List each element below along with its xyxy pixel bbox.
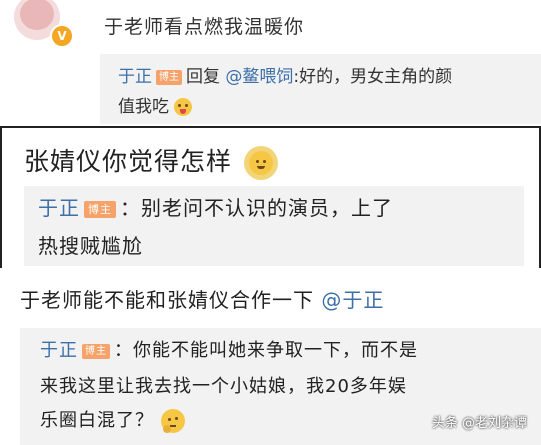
reply-line-1: 于正 博主 ：你能不能叫她来争取一下，而不是 — [40, 336, 418, 362]
thinking-emoji-icon — [160, 409, 185, 433]
reply-mention[interactable]: @鳌喂饲 — [225, 67, 293, 87]
reply-text-2: 热搜贼尴尬 — [38, 234, 143, 258]
sun-emoji-icon — [243, 146, 278, 180]
tongue-out-emoji-icon — [174, 98, 193, 116]
reply-line-2: 值我吃 — [118, 92, 193, 117]
reply-text-2: 值我吃 — [118, 97, 169, 117]
comment-text-main: 张婧仪你觉得怎样 — [24, 147, 233, 176]
avatar-image — [20, 0, 54, 30]
comment-text: 于老师能不能和张婧仪合作一下 @于正 — [20, 284, 384, 313]
watermark: 头条 @老刘杂谭 — [431, 416, 527, 431]
verified-v-icon: V — [50, 24, 74, 48]
comment-block-1: V 于老师看点燃我温暖你 于正 博主 回复 @鳌喂饲:好的，男女主角的颜 值我吃 — [0, 0, 541, 124]
reply-line-1: 于正 博主 回复 @鳌喂饲:好的，男女主角的颜 — [118, 62, 452, 87]
reply-text-2: 来我这里让我去找一个小姑娘，我20多年娱 — [40, 376, 407, 397]
reply-line-2: 热搜贼尴尬 — [38, 230, 143, 259]
reply-line-3: 乐圈白混了？ — [40, 406, 185, 433]
comment-text: 张婧仪你觉得怎样 — [24, 142, 278, 180]
reply-verb: 回复 — [186, 67, 220, 87]
author-badge: 博主 — [82, 344, 110, 359]
comment-text-main: 于老师能不能和张婧仪合作一下 — [20, 288, 314, 312]
reply-username[interactable]: 于正 — [40, 340, 78, 361]
reply-username[interactable]: 于正 — [118, 67, 152, 87]
comment-mention[interactable]: @于正 — [321, 288, 384, 312]
reply-line-2: 来我这里让我去找一个小姑娘，我20多年娱 — [40, 372, 407, 398]
reply-box[interactable]: 于正 博主 ：别老问不认识的演员，上了 热搜贼尴尬 — [24, 186, 524, 266]
reply-text-1: ：你能不能叫她来争取一下，而不是 — [114, 340, 418, 361]
reply-box[interactable]: 于正 博主 回复 @鳌喂饲:好的，男女主角的颜 值我吃 — [100, 54, 541, 124]
reply-text-3: 乐圈白混了？ — [40, 410, 154, 431]
reply-text-1: ：别老问不认识的演员，上了 — [120, 196, 393, 220]
author-badge: 博主 — [84, 201, 116, 218]
comment-text: 于老师看点燃我温暖你 — [104, 16, 305, 38]
reply-username[interactable]: 于正 — [38, 196, 80, 220]
comment-block-2: 张婧仪你觉得怎样 于正 博主 ：别老问不认识的演员，上了 热搜贼尴尬 — [0, 126, 541, 268]
author-badge: 博主 — [156, 70, 182, 85]
reply-line-1: 于正 博主 ：别老问不认识的演员，上了 — [38, 192, 393, 221]
reply-text-1: :好的，男女主角的颜 — [293, 67, 453, 87]
